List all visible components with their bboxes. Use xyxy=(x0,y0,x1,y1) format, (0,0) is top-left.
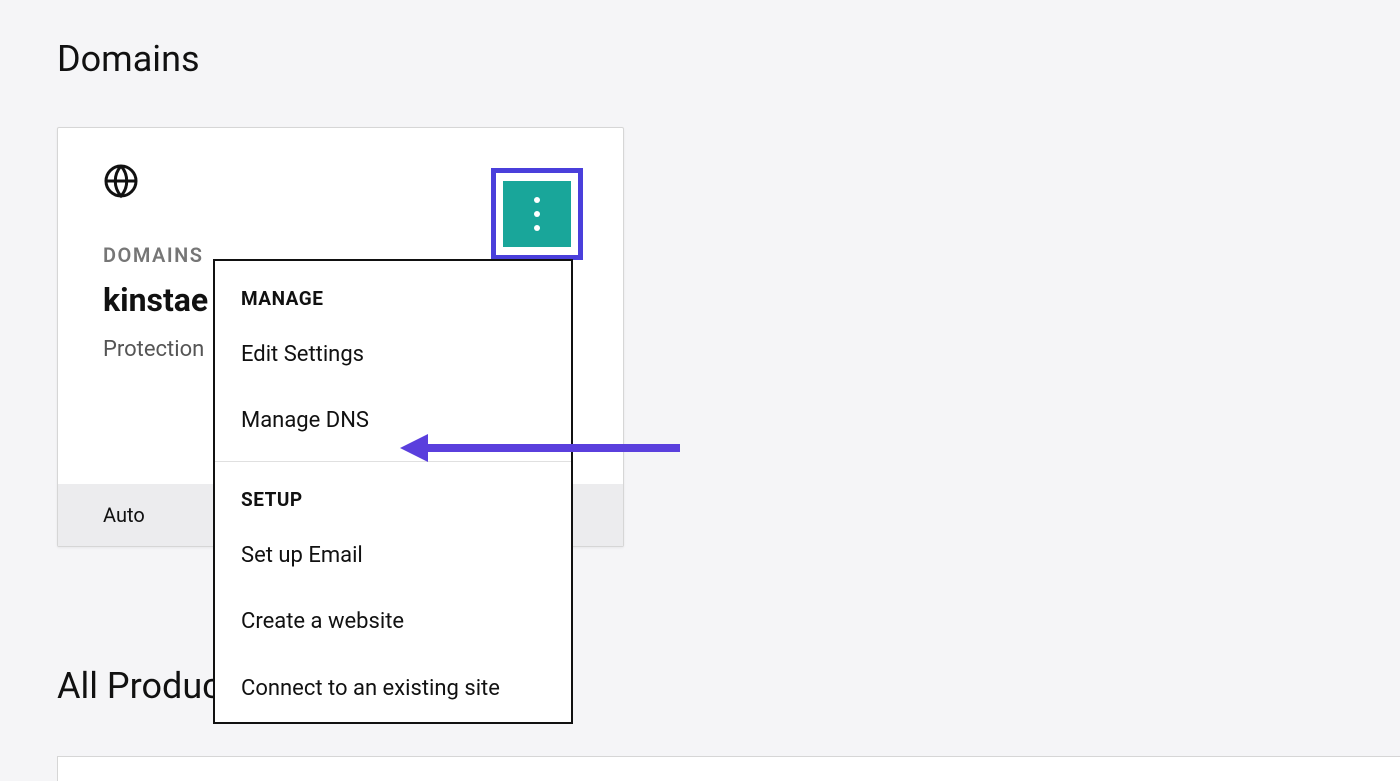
kebab-highlight-box xyxy=(491,168,583,260)
dropdown-section-setup: SETUP xyxy=(215,462,571,523)
dropdown-section-manage: MANAGE xyxy=(215,261,571,322)
all-products-panel xyxy=(57,756,1400,781)
menu-item-connect-site[interactable]: Connect to an existing site xyxy=(215,656,571,722)
menu-item-manage-dns[interactable]: Manage DNS xyxy=(215,388,571,454)
domain-actions-dropdown: MANAGE Edit Settings Manage DNS SETUP Se… xyxy=(213,259,573,724)
page-title: Domains xyxy=(57,38,200,80)
globe-icon xyxy=(103,163,139,199)
menu-item-setup-email[interactable]: Set up Email xyxy=(215,523,571,589)
menu-item-edit-settings[interactable]: Edit Settings xyxy=(215,322,571,388)
kebab-menu-button[interactable] xyxy=(503,181,571,247)
menu-item-create-website[interactable]: Create a website xyxy=(215,589,571,655)
auto-renew-text: Auto xyxy=(103,503,145,527)
all-products-title: All Produc xyxy=(57,665,221,707)
card-header xyxy=(58,128,623,223)
dots-vertical-icon xyxy=(534,197,540,231)
